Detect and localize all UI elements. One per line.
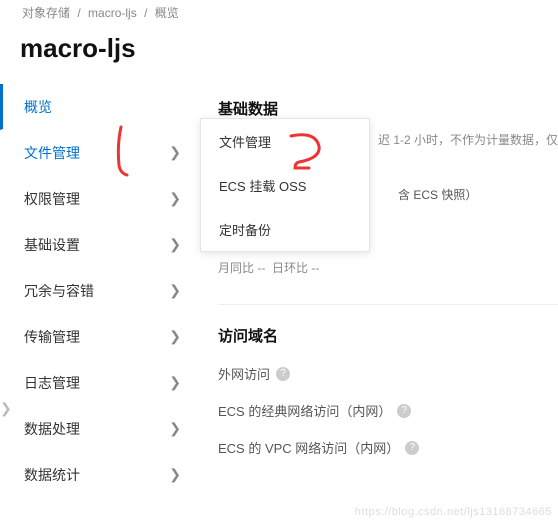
- breadcrumb-sep: /: [144, 6, 147, 20]
- sidebar-item-label: 传输管理: [24, 327, 80, 347]
- chevron-right-icon: ❯: [169, 282, 181, 299]
- sidebar-item-label: 概览: [24, 97, 52, 117]
- watermark: https://blog.csdn.net/ljs13168734665: [355, 506, 552, 518]
- sidebar-item-redundancy[interactable]: 冗余与容错 ❯: [0, 268, 197, 314]
- access-label: ECS 的经典网络访问（内网）: [218, 401, 391, 420]
- delay-note: 迟 1-2 小时，不作为计量数据，仅: [378, 131, 558, 148]
- breadcrumb: 对象存储 / macro-ljs / 概览: [0, 0, 558, 25]
- sidebar-item-data-stats[interactable]: 数据统计 ❯: [0, 452, 197, 498]
- sidebar-item-label: 冗余与容错: [24, 281, 94, 301]
- help-icon[interactable]: ?: [397, 404, 411, 418]
- chevron-right-icon: ❯: [169, 190, 181, 207]
- sidebar-item-logs[interactable]: 日志管理 ❯: [0, 360, 197, 406]
- sidebar-item-files[interactable]: 文件管理 ❯: [0, 130, 197, 176]
- access-label: 外网访问: [218, 364, 270, 383]
- sidebar-item-label: 权限管理: [24, 189, 80, 209]
- divider: [218, 304, 558, 305]
- section-title-access-domain: 访问域名: [218, 325, 558, 346]
- compare-month: 月同比 --: [218, 261, 265, 275]
- submenu-popup: 文件管理 ECS 挂载 OSS 定时备份: [200, 118, 370, 252]
- breadcrumb-sep: /: [77, 6, 80, 20]
- access-row-vpc: ECS 的 VPC 网络访问（内网） ?: [218, 438, 558, 457]
- chevron-right-icon: ❯: [169, 374, 181, 391]
- sidebar-item-label: 数据统计: [24, 465, 80, 485]
- ecs-snapshot-note: 含 ECS 快照）: [398, 186, 558, 203]
- chevron-right-icon: ❯: [169, 420, 181, 437]
- sidebar-item-label: 基础设置: [24, 235, 80, 255]
- access-row-classic: ECS 的经典网络访问（内网） ?: [218, 401, 558, 420]
- sidebar-item-transfer[interactable]: 传输管理 ❯: [0, 314, 197, 360]
- collapse-arrow-icon[interactable]: ❯: [0, 400, 12, 417]
- popup-item-files[interactable]: 文件管理: [201, 119, 369, 163]
- popup-item-backup[interactable]: 定时备份: [201, 207, 369, 251]
- access-label: ECS 的 VPC 网络访问（内网）: [218, 438, 399, 457]
- breadcrumb-item[interactable]: 对象存储: [22, 6, 70, 20]
- popup-item-label: 文件管理: [219, 132, 271, 151]
- sidebar-item-label: 日志管理: [24, 373, 80, 393]
- popup-item-ecs-mount[interactable]: ECS 挂载 OSS: [201, 163, 369, 207]
- page-title: macro-ljs: [0, 25, 558, 84]
- popup-item-label: 定时备份: [219, 220, 271, 239]
- access-row-external: 外网访问 ?: [218, 364, 558, 383]
- sidebar-item-label: 数据处理: [24, 419, 80, 439]
- chevron-right-icon: ❯: [169, 466, 181, 483]
- help-icon[interactable]: ?: [405, 441, 419, 455]
- sidebar-item-overview[interactable]: 概览: [0, 84, 197, 130]
- popup-item-label: ECS 挂载 OSS: [219, 176, 306, 195]
- sidebar-item-label: 文件管理: [24, 143, 80, 163]
- compare-day: 日环比 --: [272, 261, 319, 275]
- chevron-right-icon: ❯: [169, 328, 181, 345]
- sidebar: 概览 文件管理 ❯ 权限管理 ❯ 基础设置 ❯ 冗余与容错 ❯ 传输管理 ❯ 日…: [0, 84, 198, 498]
- section-title-basic-data: 基础数据: [218, 98, 558, 119]
- help-icon[interactable]: ?: [276, 367, 290, 381]
- sidebar-item-basic-settings[interactable]: 基础设置 ❯: [0, 222, 197, 268]
- sidebar-item-permissions[interactable]: 权限管理 ❯: [0, 176, 197, 222]
- chevron-right-icon: ❯: [169, 144, 181, 161]
- breadcrumb-item[interactable]: macro-ljs: [88, 6, 137, 20]
- sidebar-item-data-process[interactable]: 数据处理 ❯: [0, 406, 197, 452]
- compare-row: 月同比 -- 日环比 --: [218, 259, 558, 276]
- chevron-right-icon: ❯: [169, 236, 181, 253]
- breadcrumb-item: 概览: [155, 6, 179, 20]
